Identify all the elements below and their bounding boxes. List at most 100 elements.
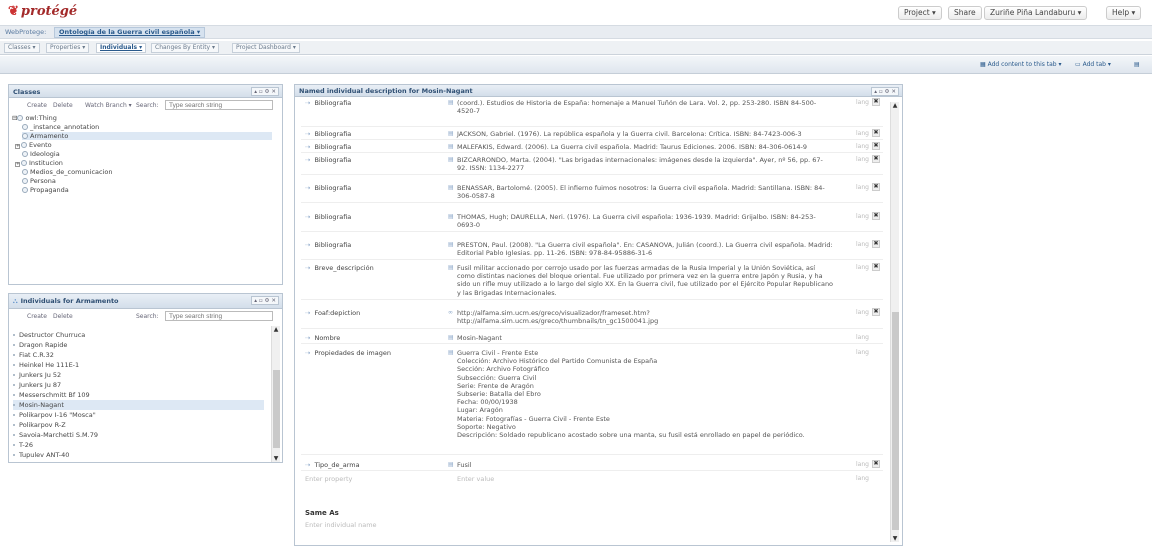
lang-field[interactable]: lang (856, 156, 869, 163)
page-icon[interactable]: ▤ (1134, 61, 1140, 68)
scroll-down-icon[interactable]: ▼ (891, 535, 899, 542)
list-item[interactable]: Tupulev ANT-40 (13, 450, 264, 460)
tab-classes[interactable]: Classes ▾ (4, 43, 40, 53)
individuals-scrollbar[interactable]: ▲ ▼ (271, 326, 280, 462)
scroll-up-icon[interactable]: ▲ (891, 102, 899, 109)
property-value[interactable]: PRESTON, Paul. (2008). "La Guerra civil … (457, 241, 865, 257)
enter-property-input[interactable]: Enter property (305, 475, 352, 483)
individuals-search-input[interactable] (165, 311, 273, 321)
panel-controls-icon[interactable]: ▴ ▫ ⚙ ✕ (251, 296, 279, 305)
delete-value-icon[interactable]: ✖ (872, 98, 880, 106)
tree-item-persona[interactable]: Persona (22, 177, 56, 185)
delete-class-button[interactable]: Delete (53, 102, 73, 109)
breadcrumb-root[interactable]: WebProtege: (5, 28, 46, 36)
delete-individual-button[interactable]: Delete (53, 313, 73, 320)
expand-icon[interactable]: + (15, 162, 20, 167)
tab-changes-by-entity[interactable]: Changes By Entity ▾ (151, 43, 220, 53)
property-name[interactable]: ⇢ Bibliografia (305, 143, 351, 151)
delete-value-icon[interactable]: ✖ (872, 240, 880, 248)
property-value[interactable]: Guerra Civil - Frente Este Colección: Ar… (457, 349, 865, 439)
lang-field[interactable]: lang (856, 349, 869, 356)
delete-value-icon[interactable]: ✖ (872, 142, 880, 150)
tree-item-ideologia[interactable]: Ideologia (22, 150, 60, 158)
project-menu-button[interactable]: Project ▾ (898, 6, 942, 20)
lang-field[interactable]: lang (856, 309, 869, 316)
lang-field[interactable]: lang (856, 241, 869, 248)
tree-item-instance-annotation[interactable]: _instance_annotation (22, 123, 99, 131)
delete-value-icon[interactable]: ✖ (872, 129, 880, 137)
lang-field[interactable]: lang (856, 143, 869, 150)
expand-icon[interactable]: + (15, 144, 20, 149)
list-item[interactable]: Polikarpov R-Z (13, 420, 264, 430)
list-item[interactable]: Junkers Ju 87 (13, 380, 264, 390)
property-name[interactable]: ⇢ Bibliografia (305, 130, 351, 138)
delete-value-icon[interactable]: ✖ (872, 212, 880, 220)
property-value[interactable]: JACKSON, Gabriel. (1976). La república e… (457, 130, 865, 138)
tab-properties[interactable]: Properties ▾ (46, 43, 90, 53)
lang-field[interactable]: lang (856, 184, 869, 191)
create-individual-button[interactable]: Create (27, 313, 47, 320)
enter-lang-input[interactable]: lang (856, 475, 869, 482)
tree-item-armamento[interactable]: Armamento (22, 132, 272, 140)
property-name[interactable]: ⇢ Bibliografia (305, 156, 351, 164)
user-menu-button[interactable]: Zuriñe Piña Landaburu ▾ (984, 6, 1088, 20)
lang-field[interactable]: lang (856, 264, 869, 271)
property-value[interactable]: Fusil militar accionado por cerrojo usad… (457, 264, 865, 297)
list-item[interactable]: Savoia-Marchetti S.M.79 (13, 430, 264, 440)
list-item[interactable]: Fiat C.R.32 (13, 350, 264, 360)
list-item[interactable]: Messerschmitt Bf 109 (13, 390, 264, 400)
list-item[interactable]: Dragon Rapide (13, 340, 264, 350)
help-menu-button[interactable]: Help ▾ (1106, 6, 1142, 20)
tab-individuals[interactable]: Individuals ▾ (96, 43, 147, 53)
scroll-thumb[interactable] (273, 370, 280, 448)
delete-value-icon[interactable]: ✖ (872, 183, 880, 191)
panel-controls-icon[interactable]: ▴ ▫ ⚙ ✕ (251, 87, 279, 96)
watch-branch-button[interactable]: Watch Branch ▾ (85, 102, 132, 109)
delete-value-icon[interactable]: ✖ (872, 460, 880, 468)
classes-search-input[interactable] (165, 100, 273, 110)
tree-item-propaganda[interactable]: Propaganda (22, 186, 69, 194)
project-tab[interactable]: Ontología de la Guerra civil española ▾ (54, 27, 206, 38)
property-value[interactable]: BENASSAR, Bartolomé. (2005). El infierno… (457, 184, 865, 200)
lang-field[interactable]: lang (856, 130, 869, 137)
property-value[interactable]: MALEFAKIS, Edward. (2006). La Guerra civ… (457, 143, 865, 151)
share-button[interactable]: Share (948, 6, 982, 20)
tree-item-medios-de-comunicacion[interactable]: Medios_de_comunicacion (22, 168, 113, 176)
property-name[interactable]: ⇢ Foaf:depiction (305, 309, 360, 317)
enter-value-input[interactable]: Enter value (457, 475, 865, 483)
property-value[interactable]: Mosin-Nagant (457, 334, 865, 342)
property-name[interactable]: ⇢ Nombre (305, 334, 340, 342)
property-value[interactable]: BIZCARRONDO, Marta. (2004). "Las brigada… (457, 156, 865, 172)
property-name[interactable]: ⇢ Bibliografia (305, 184, 351, 192)
add-tab-button[interactable]: ▭ Add tab ▾ (1075, 61, 1111, 68)
tree-item-evento[interactable]: + Evento (15, 141, 52, 149)
delete-value-icon[interactable]: ✖ (872, 308, 880, 316)
delete-value-icon[interactable]: ✖ (872, 263, 880, 271)
lang-field[interactable]: lang (856, 213, 869, 220)
property-name[interactable]: ⇢ Propiedades de imagen (305, 349, 391, 357)
list-item[interactable]: T-26 (13, 440, 264, 450)
project-tab-menu-icon[interactable]: ▾ (197, 28, 200, 36)
list-item[interactable]: Heinkel He 111E-1 (13, 360, 264, 370)
property-value[interactable]: (coord.). Estudios de Historia de España… (457, 99, 865, 115)
list-item[interactable]: Destructor Churruca (13, 330, 264, 340)
description-scrollbar[interactable]: ▲ ▼ (890, 102, 899, 542)
property-name[interactable]: ⇢ Bibliografia (305, 241, 351, 249)
property-name[interactable]: ⇢ Bibliografia (305, 213, 351, 221)
property-name[interactable]: ⇢ Bibliografia (305, 99, 351, 107)
list-item[interactable]: Junkers Ju 52 (13, 370, 264, 380)
tab-project-dashboard[interactable]: Project Dashboard ▾ (232, 43, 300, 53)
tree-item-institucion[interactable]: + Institucion (15, 159, 63, 167)
delete-value-icon[interactable]: ✖ (872, 155, 880, 163)
scroll-thumb[interactable] (892, 312, 899, 530)
scroll-down-icon[interactable]: ▼ (272, 455, 280, 462)
property-value[interactable]: http://alfama.sim.ucm.es/greco/visualiza… (457, 309, 865, 325)
scroll-up-icon[interactable]: ▲ (272, 326, 280, 333)
property-value[interactable]: Fusil (457, 461, 865, 469)
create-class-button[interactable]: Create (27, 102, 47, 109)
tree-item-owl-thing[interactable]: ⊟ owl:Thing (12, 114, 57, 122)
property-name[interactable]: ⇢ Tipo_de_arma (305, 461, 360, 469)
list-item-selected[interactable]: Mosin-Nagant (13, 400, 264, 410)
lang-field[interactable]: lang (856, 334, 869, 341)
property-value[interactable]: THOMAS, Hugh; DAURELLA, Neri. (1976). La… (457, 213, 865, 229)
